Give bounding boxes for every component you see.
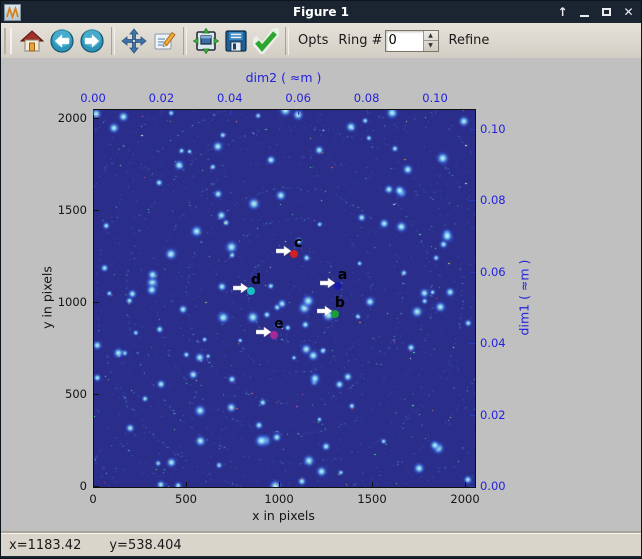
y-tick — [94, 117, 99, 119]
toolbar: Opts Ring # ▲ ▼ Refine — [1, 23, 641, 59]
dim2-tick-label: 0.10 — [422, 91, 448, 105]
toolbar-separator — [285, 26, 289, 55]
annotation-arrow-icon — [319, 277, 336, 289]
dim1-tick-label: 0.10 — [480, 121, 506, 136]
dim2-tick-label: 0.08 — [353, 91, 380, 105]
forward-icon — [80, 28, 104, 53]
app-icon — [4, 3, 21, 21]
ring-number-input[interactable] — [385, 30, 423, 51]
x-tick-label: 500 — [175, 492, 197, 506]
figure-canvas-area: abcde dim2 ( ≈m ) x in pixels y in pixel… — [1, 58, 641, 533]
annotation-arrow-icon — [256, 326, 272, 338]
home-button[interactable] — [17, 26, 47, 56]
dim1-tick-label: 0.08 — [480, 193, 506, 208]
y-tick-label: 0 — [79, 479, 87, 493]
y-tick-label: 1000 — [57, 294, 87, 309]
ring-number-label: Ring # — [338, 33, 383, 48]
x-tick-label: 2000 — [450, 492, 480, 506]
annotation-arrow-icon — [275, 245, 292, 257]
point-label: c — [293, 234, 303, 251]
dim1-tick — [470, 486, 475, 487]
dim1-tick — [470, 128, 475, 130]
x-tick — [465, 482, 467, 487]
dim1-tick-label: 0.06 — [480, 264, 506, 279]
toolbar-grip[interactable] — [4, 27, 12, 54]
spin-up-icon[interactable]: ▲ — [423, 31, 438, 41]
x-tick-label: 1000 — [264, 492, 294, 506]
toolbar-separator — [183, 26, 187, 55]
close-button[interactable]: ✕ — [622, 5, 635, 19]
toolbar-separator — [111, 26, 115, 55]
dim2-tick-label: 0.04 — [216, 91, 243, 105]
cursor-x-readout: x=1183.42 — [9, 538, 82, 553]
figure-window: Figure 1 ↑ ✕ Opts Ring # 0 ▲ ▼ Refine a … — [0, 0, 642, 559]
x-tick-label: 1500 — [357, 492, 387, 506]
y-tick-label: 500 — [65, 386, 87, 401]
opts-button[interactable]: Opts — [298, 33, 328, 48]
top-axis-title: dim2 ( ≈m ) — [245, 70, 322, 85]
forward-button[interactable] — [77, 26, 107, 56]
save-icon — [225, 29, 247, 52]
pan-icon — [121, 27, 147, 54]
dim2-tick — [298, 110, 300, 115]
dim2-tick — [93, 110, 94, 115]
right-axis-title: dim1 ( ≈m ) — [516, 259, 532, 336]
x-tick-label: 0 — [89, 492, 97, 506]
point-label: e — [274, 315, 284, 332]
dim2-tick-label: 0.06 — [285, 91, 311, 105]
plot-axes[interactable]: ab c d e — [93, 109, 476, 488]
dim1-tick — [470, 271, 475, 273]
apply-button[interactable] — [251, 26, 281, 56]
dim2-tick-label: 0.00 — [80, 91, 106, 105]
cursor-y-readout: y=538.404 — [109, 538, 182, 553]
ring-number-spinbox: ▲ ▼ — [384, 29, 439, 52]
y-tick-label: 1500 — [57, 202, 87, 217]
titlebar[interactable]: Figure 1 ↑ ✕ — [1, 1, 641, 23]
edit-button[interactable] — [149, 26, 179, 56]
zoom-fit-icon — [193, 27, 219, 54]
dim1-tick — [470, 200, 475, 202]
home-icon — [20, 29, 44, 51]
x-tick — [186, 482, 188, 487]
statusbar: x=1183.42 y=538.404 — [1, 533, 641, 557]
dim2-tick — [229, 110, 231, 115]
apply-check-icon — [253, 27, 279, 54]
maximize-button[interactable] — [600, 5, 613, 19]
y-tick — [94, 301, 99, 303]
point-label: d — [251, 271, 262, 288]
spin-down-icon[interactable]: ▼ — [424, 41, 438, 51]
back-button[interactable] — [47, 26, 77, 56]
zoom-fit-button[interactable] — [191, 26, 221, 56]
y-tick — [94, 393, 99, 395]
y-tick-label: 2000 — [57, 110, 87, 125]
dim2-tick-label: 0.02 — [148, 91, 175, 105]
y-tick — [94, 209, 99, 211]
dim1-tick — [470, 414, 475, 416]
rollup-button[interactable]: ↑ — [556, 5, 569, 19]
refine-button[interactable]: Refine — [449, 33, 490, 48]
annotation-arrow-icon — [316, 305, 333, 317]
dim2-tick — [366, 110, 368, 115]
dim1-tick-label: 0.02 — [480, 407, 506, 422]
edit-icon — [154, 31, 176, 49]
x-axis-title: x in pixels — [252, 508, 315, 523]
point-label: b — [334, 294, 345, 311]
window-title: Figure 1 — [292, 5, 350, 19]
point-label: a — [337, 266, 348, 283]
minimize-button[interactable] — [578, 5, 591, 19]
dim1-tick-label: 0.04 — [480, 336, 506, 351]
pan-button[interactable] — [119, 26, 149, 56]
dim1-tick — [470, 343, 475, 345]
dim2-tick — [435, 110, 436, 115]
y-tick — [94, 486, 99, 487]
dim2-tick — [161, 110, 163, 115]
x-tick — [372, 482, 374, 487]
annotation-arrow-icon — [233, 282, 249, 294]
back-icon — [50, 28, 74, 53]
dim1-tick-label: 0.00 — [480, 479, 506, 493]
x-tick — [279, 482, 281, 487]
save-button[interactable] — [221, 26, 251, 56]
